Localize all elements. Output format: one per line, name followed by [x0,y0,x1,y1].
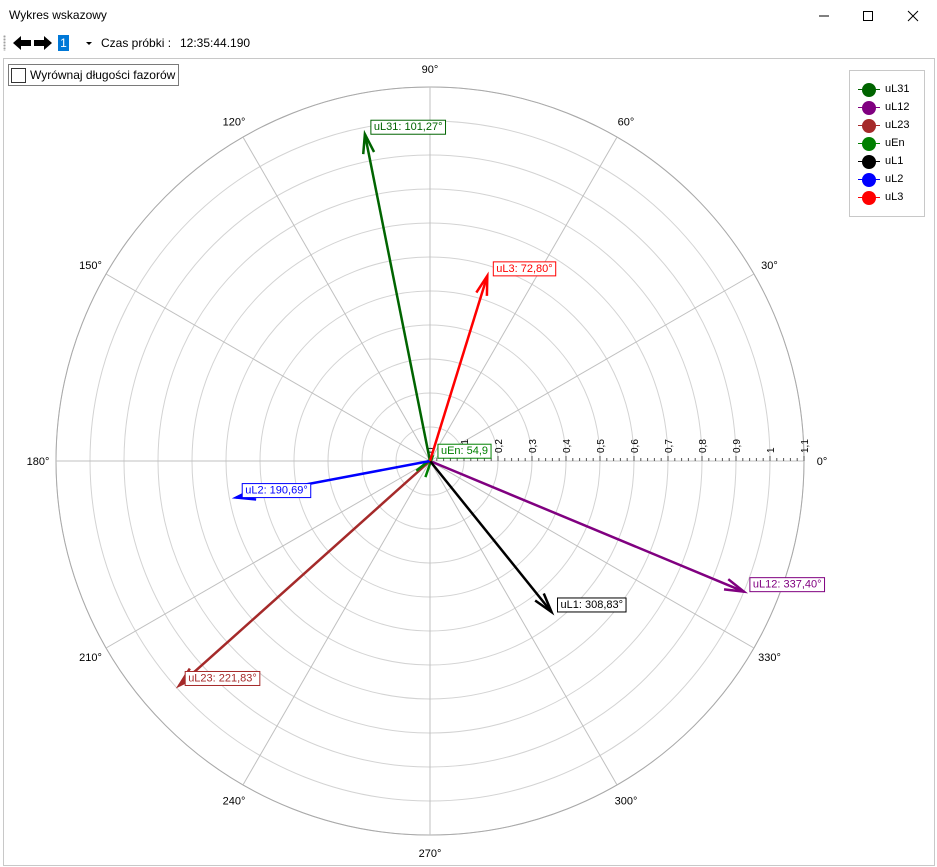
angle-label: 0° [817,456,828,468]
polar-chart: 0° 30° 60° 90° 120° 150° 180° 210° 240° 270° 300° 3… [27,64,828,860]
angle-label: 60° [618,117,635,129]
legend-item-uEn: uEn [850,135,924,153]
radial-grid-line [242,136,431,462]
phasor-window: Wykres wskazowy 1 Czas próbki : 12:35:44… [0,0,937,867]
legend-label: uEn [885,137,905,149]
legend-label: uL2 [885,173,904,185]
phasor-label-uL3: uL3: 72,80° [496,263,552,275]
legend-item-uL3: uL3 [850,189,924,207]
equalize-phasor-lengths-checkbox[interactable]: Wyrównaj długości fazorów [8,64,180,86]
radial-tick-label: 0,6 [630,439,641,453]
legend-marker-icon [862,83,876,97]
radial-tick-label: 0,7 [664,439,675,453]
angle-label: 180° [27,456,50,468]
checkbox-box[interactable] [11,67,26,83]
legend-label: uL3 [885,191,904,203]
legend-label: uL12 [885,101,910,113]
angle-label: 90° [422,64,439,76]
phasor-label-uL1: uL1: 308,83° [561,599,624,611]
angle-label: 150° [79,260,102,272]
angle-label: 210° [79,652,102,664]
legend-marker-icon [862,173,876,187]
legend-marker-icon [862,191,876,205]
radial-grid-line [429,460,755,649]
angle-label: 300° [615,795,638,807]
phasor-uL1 [429,460,553,613]
equalize-label: Wyrównaj długości fazorów [30,68,176,82]
angle-label: 30° [761,260,778,272]
phasor-label-uEn: uEn: 54,9 [441,445,488,457]
radial-tick-label: 1 [766,447,777,453]
phasor-label-uL12: uL12: 337,40° [753,579,822,591]
legend-label: uL1 [885,155,904,167]
radial-grid-line [242,460,431,786]
chart-legend: uL31 uL12 uL23 uEn uL1 uL2 uL3 [849,70,925,217]
phasor-uL12 [429,459,745,593]
legend-marker-icon [862,137,876,151]
phasor-uL31 [363,133,432,462]
radial-tick-label: 0,9 [732,439,743,453]
legend-item-uL31: uL31 [850,81,924,99]
legend-marker-icon [862,119,876,133]
phasor-label-uL31: uL31: 101,27° [374,121,443,133]
angle-label: 330° [758,652,781,664]
legend-label: uL31 [885,83,910,95]
legend-marker-icon [862,101,876,115]
radial-tick-label: 0,2 [494,439,505,453]
legend-item-uL23: uL23 [850,117,924,135]
radial-tick-label: 0,8 [698,439,709,453]
legend-item-uL1: uL1 [850,153,924,171]
radial-tick-label: 0,3 [528,439,539,453]
legend-item-uL2: uL2 [850,171,924,189]
angle-label: 270° [419,848,442,860]
legend-item-uL12: uL12 [850,99,924,117]
radial-grid-line [429,460,618,786]
legend-marker-icon [862,155,876,169]
radial-grid-line [429,136,618,462]
legend-label: uL23 [885,119,910,131]
radial-grid-line [105,273,431,462]
phasor-label-uL2: uL2: 190,69° [245,485,308,497]
angle-label: 240° [223,795,246,807]
radial-tick-label: 1,1 [800,439,811,453]
angle-label: 120° [223,117,246,129]
phasor-label-uL23: uL23: 221,83° [188,672,257,684]
radial-tick-label: 0,4 [562,439,573,453]
radial-tick-label: 0,5 [596,439,607,453]
